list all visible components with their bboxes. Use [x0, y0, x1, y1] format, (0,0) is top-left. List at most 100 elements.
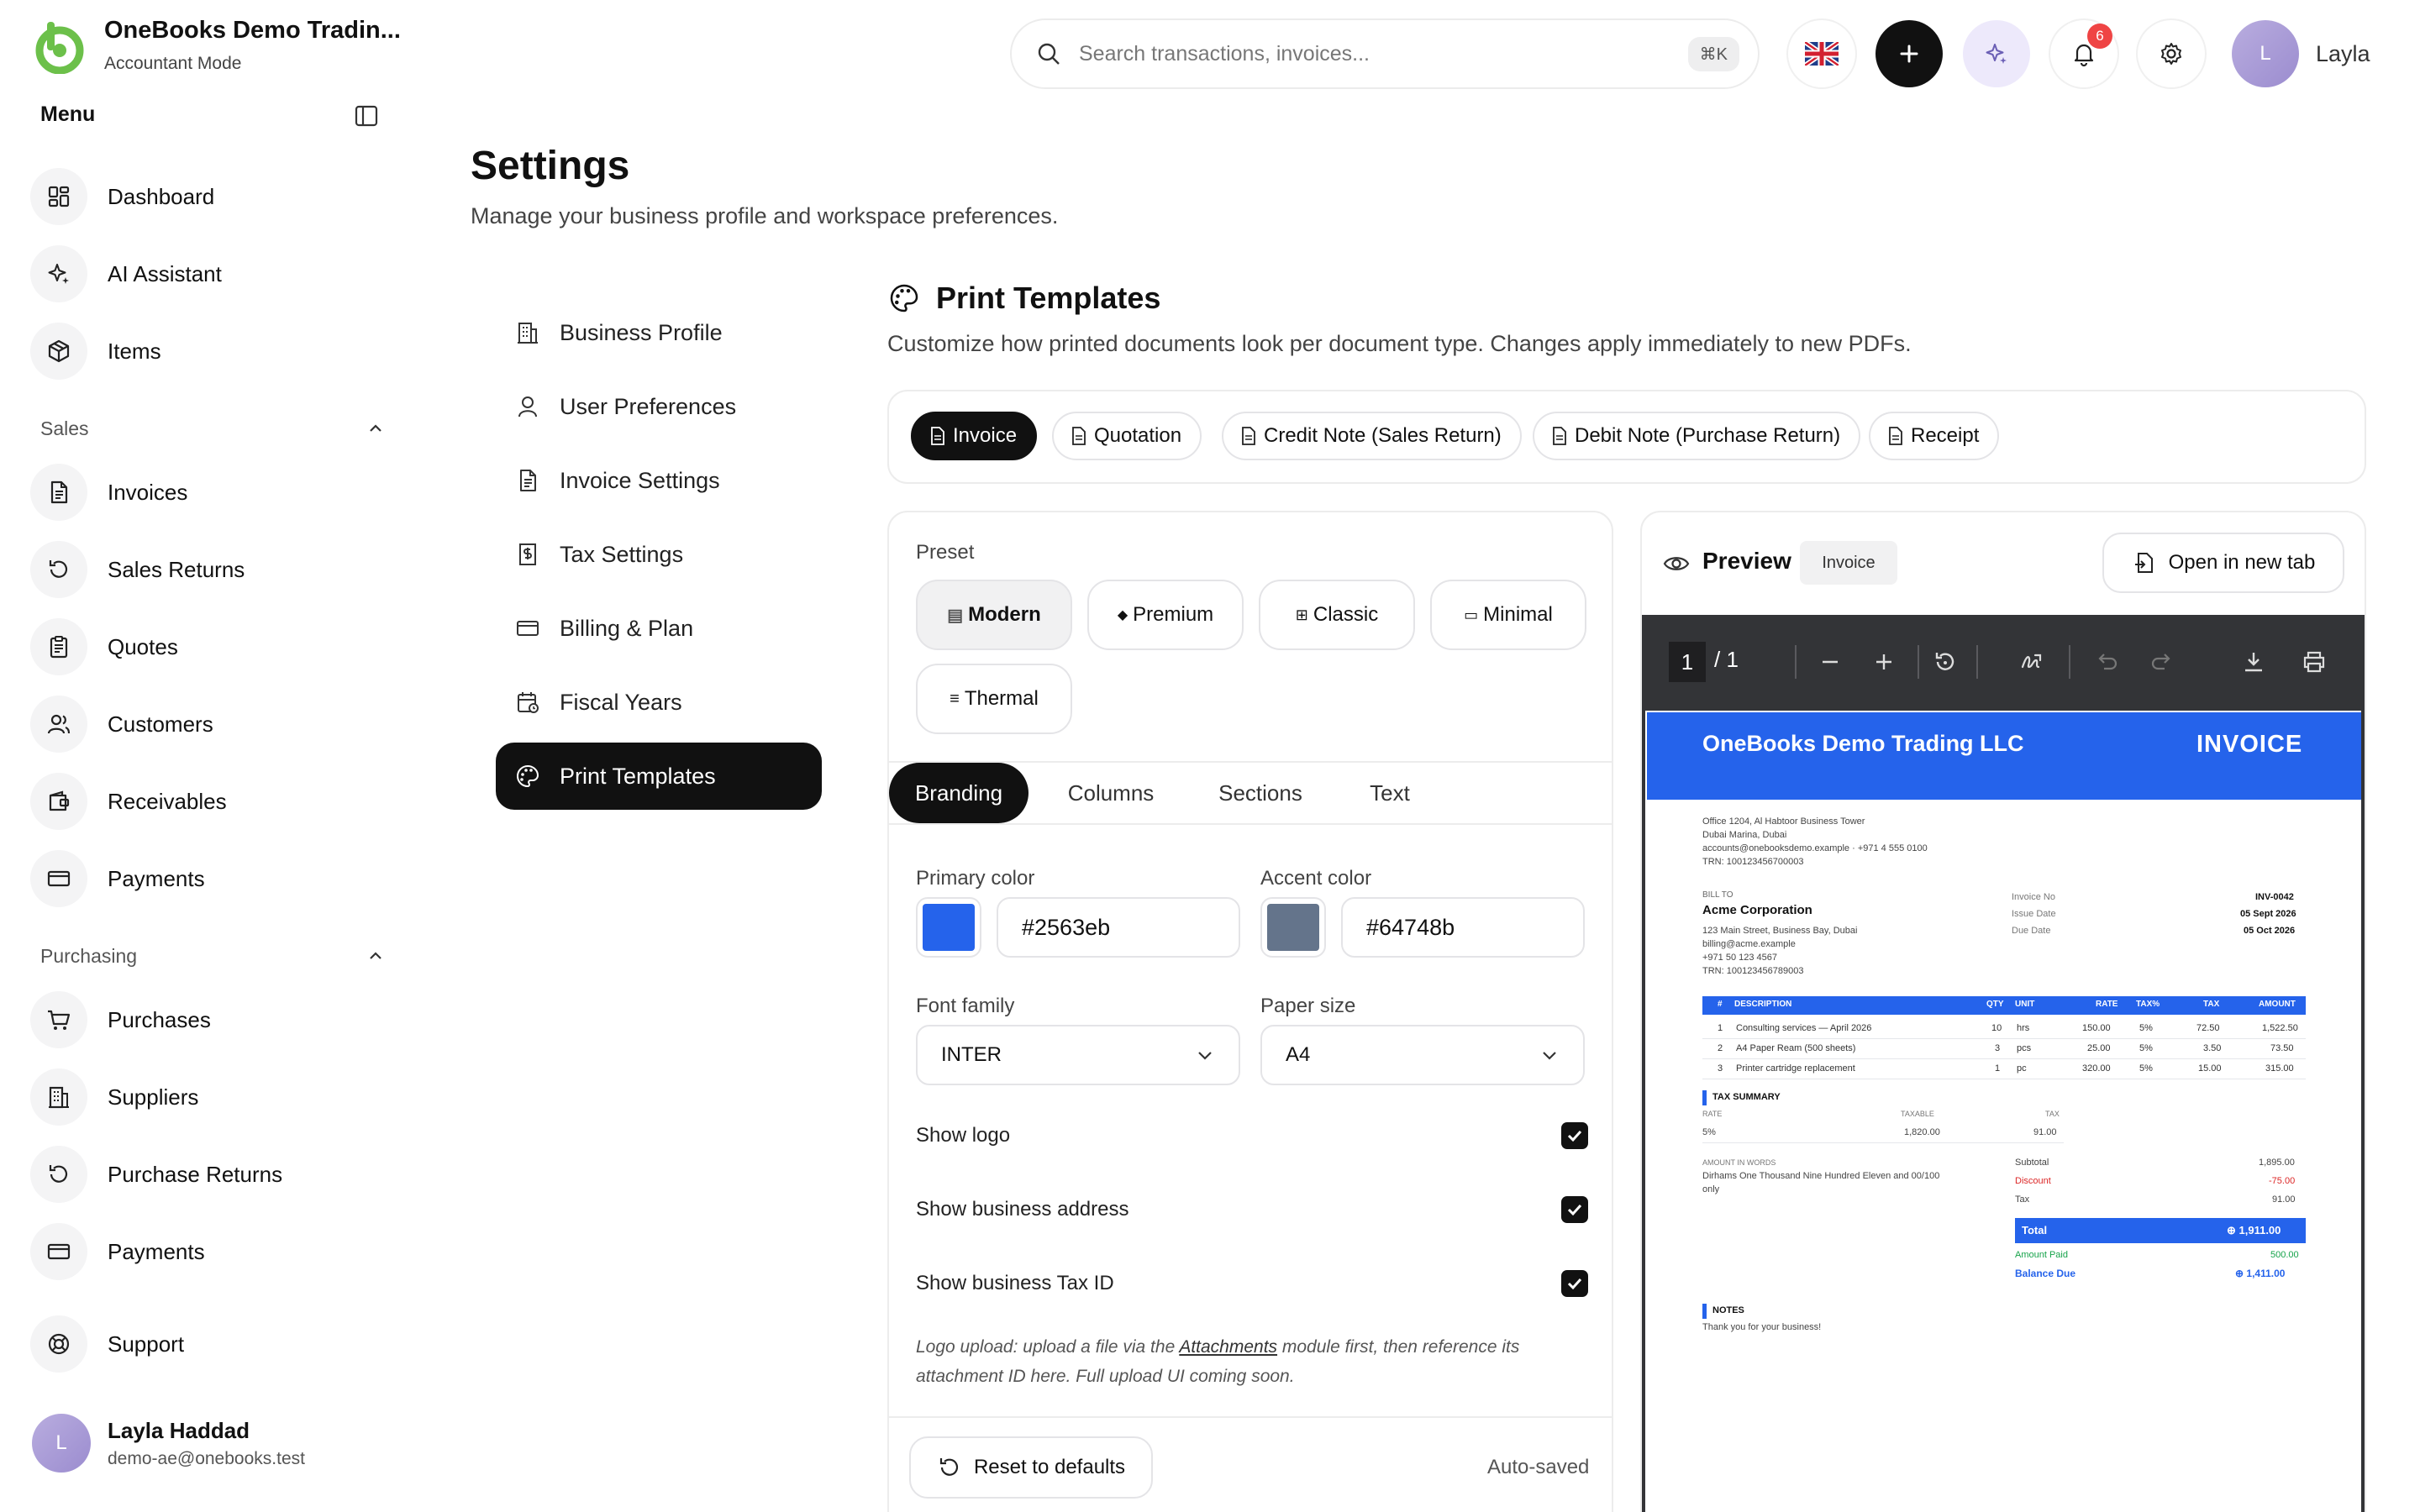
redo-icon — [2151, 654, 2170, 670]
accent-color-field[interactable] — [1341, 897, 1585, 958]
rotate-icon — [1935, 653, 1954, 670]
print-button[interactable] — [2299, 647, 2329, 677]
preset-classic[interactable]: ⊞ Classic — [1259, 580, 1415, 650]
reset-defaults-button[interactable]: Reset to defaults — [909, 1436, 1153, 1499]
undo-button[interactable] — [2092, 647, 2123, 677]
user-menu[interactable]: L Layla — [2232, 20, 2370, 87]
zoom-out-button[interactable] — [1815, 647, 1845, 677]
preset-modern[interactable]: ▤ Modern — [916, 580, 1072, 650]
sidebar-item-ai-assistant[interactable]: AI Assistant — [30, 244, 383, 304]
sidebar-item-label: Receivables — [108, 788, 227, 814]
show-logo-checkbox[interactable] — [1561, 1122, 1588, 1149]
sparkles-icon — [30, 245, 87, 302]
notes-title: NOTES — [1712, 1305, 1744, 1315]
settings-nav-invoice-settings[interactable]: Invoice Settings — [496, 447, 822, 514]
company-contact-line: accounts@onebooksdemo.example · +971 4 5… — [1702, 843, 1928, 853]
open-new-tab-button[interactable]: Open in new tab — [2102, 533, 2344, 593]
doc-tab-debit-note[interactable]: Debit Note (Purchase Return) — [1533, 412, 1861, 460]
accent-color-input[interactable] — [1366, 914, 1583, 941]
bill-to-label: BILL TO — [1702, 890, 1733, 900]
company-address-line: Dubai Marina, Dubai — [1702, 830, 1787, 840]
primary-color-field[interactable] — [997, 897, 1240, 958]
preset-minimal[interactable]: ▭ Minimal — [1430, 580, 1586, 650]
note-text: Logo upload: upload a file via the — [916, 1337, 1180, 1357]
notifications-button[interactable]: 6 — [2050, 20, 2118, 87]
sidebar-toggle-icon[interactable] — [353, 102, 380, 129]
show-address-checkbox[interactable] — [1561, 1196, 1588, 1223]
sidebar-user-card[interactable]: L Layla Haddad demo-ae@onebooks.test — [32, 1411, 385, 1475]
settings-nav-tax-settings[interactable]: Tax Settings — [496, 521, 822, 588]
tab-branding[interactable]: Branding — [889, 763, 1028, 823]
table-cell: A4 Paper Ream (500 sheets) — [1736, 1043, 1856, 1053]
sidebar-item-customers[interactable]: Customers — [30, 694, 383, 754]
clipboard-icon — [30, 618, 87, 675]
show-tax-id-checkbox[interactable] — [1561, 1270, 1588, 1297]
sidebar-item-suppliers[interactable]: Suppliers — [30, 1067, 383, 1127]
accent-color-label: Accent color — [1260, 867, 1372, 890]
attachments-link[interactable]: Attachments — [1179, 1337, 1277, 1357]
building-icon — [518, 323, 538, 344]
settings-nav-fiscal-years[interactable]: Fiscal Years — [496, 669, 822, 736]
pdf-page-input[interactable]: 1 — [1669, 642, 1706, 682]
sidebar-item-support[interactable]: Support — [30, 1314, 383, 1374]
tax-summary-cell: 1,820.00 — [1904, 1127, 1940, 1137]
ai-button[interactable] — [1963, 20, 2030, 87]
doc-tab-quotation[interactable]: Quotation — [1052, 412, 1202, 460]
user-email: demo-ae@onebooks.test — [108, 1448, 305, 1468]
doc-tab-invoice[interactable]: Invoice — [911, 412, 1038, 460]
sidebar-item-sales-returns[interactable]: Sales Returns — [30, 539, 383, 600]
annotate-button[interactable] — [2017, 647, 2047, 677]
settings-button[interactable] — [2138, 20, 2205, 87]
sidebar-item-purchase-payments[interactable]: Payments — [30, 1221, 383, 1282]
sidebar-section-purchasing[interactable]: Purchasing — [40, 941, 385, 971]
preview-doc-badge: Invoice — [1800, 541, 1897, 585]
printer-icon — [2303, 651, 2325, 673]
settings-nav-print-templates[interactable]: Print Templates — [496, 743, 822, 810]
sidebar-item-payments[interactable]: Payments — [30, 848, 383, 909]
preset-premium[interactable]: ◆ Premium — [1087, 580, 1244, 650]
tab-text[interactable]: Text — [1348, 763, 1432, 823]
settings-nav-billing-plan[interactable]: Billing & Plan — [496, 595, 822, 662]
redo-button[interactable] — [2146, 647, 2176, 677]
zoom-in-button[interactable] — [1869, 647, 1899, 677]
tab-sections[interactable]: Sections — [1193, 763, 1328, 823]
sidebar-item-items[interactable]: Items — [30, 321, 383, 381]
language-button[interactable] — [1788, 20, 1855, 87]
primary-color-swatch[interactable] — [916, 897, 981, 958]
download-button[interactable] — [2238, 647, 2269, 677]
settings-nav-user-preferences[interactable]: User Preferences — [496, 373, 822, 440]
brand-logo-icon — [35, 22, 84, 74]
tab-columns[interactable]: Columns — [1047, 763, 1175, 823]
sidebar-item-purchases[interactable]: Purchases — [30, 990, 383, 1050]
customer-name: Acme Corporation — [1702, 903, 1812, 917]
sidebar-section-sales[interactable]: Sales — [40, 413, 385, 444]
sidebar-item-purchase-returns[interactable]: Purchase Returns — [30, 1144, 383, 1205]
doc-tab-receipt[interactable]: Receipt — [1869, 412, 2000, 460]
section-accent-bar — [1702, 1090, 1707, 1105]
search-bar[interactable]: ⌘K — [1010, 18, 1760, 89]
sidebar-item-receivables[interactable]: Receivables — [30, 771, 383, 832]
credit-card-icon — [517, 621, 539, 636]
create-new-button[interactable] — [1876, 20, 1943, 87]
doc-tab-credit-note[interactable]: Credit Note (Sales Return) — [1222, 412, 1522, 460]
show-address-label: Show business address — [916, 1198, 1129, 1221]
amount-words-text: Dirhams One Thousand Nine Hundred Eleven… — [1702, 1171, 1940, 1181]
meta-value: 05 Sept 2026 — [2240, 909, 2296, 919]
paper-size-select[interactable]: A4 — [1260, 1025, 1585, 1085]
rotate-button[interactable] — [1929, 647, 1960, 677]
primary-color-label: Primary color — [916, 867, 1035, 890]
sidebar-item-invoices[interactable]: Invoices — [30, 462, 383, 522]
preset-thermal[interactable]: ≡ Thermal — [916, 664, 1072, 734]
accent-color-swatch[interactable] — [1260, 897, 1326, 958]
primary-color-input[interactable] — [1022, 914, 1239, 941]
search-input[interactable] — [1079, 41, 1634, 66]
undo-icon — [2098, 654, 2118, 670]
table-cell: 5% — [2139, 1063, 2153, 1074]
preset-glyph-icon: ▭ — [1464, 606, 1479, 623]
settings-nav-business-profile[interactable]: Business Profile — [496, 299, 822, 366]
sidebar-item-quotes[interactable]: Quotes — [30, 617, 383, 677]
sidebar-item-dashboard[interactable]: Dashboard — [30, 166, 383, 227]
font-family-select[interactable]: INTER — [916, 1025, 1240, 1085]
table-cell: 15.00 — [2198, 1063, 2222, 1074]
file-icon — [1242, 427, 1255, 445]
